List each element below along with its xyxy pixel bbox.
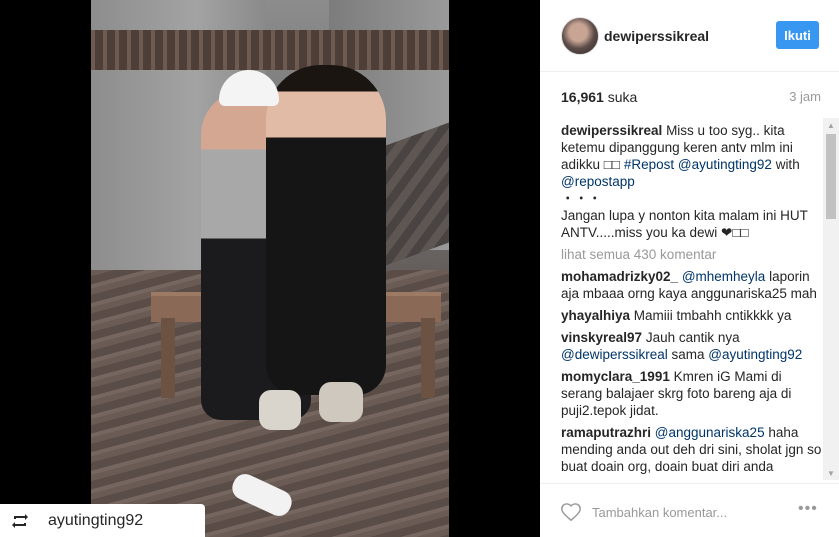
comment-item: momyclara_1991 Kmren iG Mami di serang b… <box>561 368 823 419</box>
comment-item: yhayalhiya Mamiii tmbahh cntikkkk ya <box>561 307 823 324</box>
comment-text: sama <box>667 347 709 362</box>
avatar[interactable] <box>561 17 599 55</box>
comment-footer: ••• <box>540 483 839 537</box>
scroll-thumb[interactable] <box>826 134 836 219</box>
caption-dots: ・・・ <box>561 191 602 206</box>
comment-username[interactable]: ramaputrazhri <box>561 425 651 440</box>
photo-area: ayutingting92 <box>0 0 540 537</box>
photo-bench-leg <box>161 318 175 398</box>
scroll-up-arrow-icon[interactable]: ▲ <box>823 118 839 132</box>
caption-mention[interactable]: @repostapp <box>561 174 635 189</box>
comment-mention[interactable]: @dewiperssikreal <box>561 347 668 362</box>
comment-text: Jauh cantik nya <box>642 330 740 345</box>
comment-container: mohamadrizky02_ @mhemheyla laporin aja m… <box>561 268 823 475</box>
caption-mention[interactable]: @ayutingting92 <box>678 157 772 172</box>
caption-text: with <box>771 157 800 172</box>
comment-username[interactable]: mohamadrizky02_ <box>561 269 678 284</box>
post-username[interactable]: dewiperssikreal <box>604 28 709 44</box>
post-header: dewiperssikreal Ikuti <box>540 0 839 72</box>
photo-shoe <box>259 390 301 430</box>
comment-input[interactable] <box>592 502 792 522</box>
comment-username[interactable]: momyclara_1991 <box>561 369 670 384</box>
comment-item: ramaputrazhri @anggunariska25 haha mendi… <box>561 424 823 475</box>
likes-count[interactable]: 16,961 suka <box>561 89 637 105</box>
post-details-panel: dewiperssikreal Ikuti 16,961 suka 3 jam … <box>540 0 839 537</box>
repost-icon <box>12 513 28 528</box>
comment-mention[interactable]: @anggunariska25 <box>655 425 765 440</box>
scroll-down-arrow-icon[interactable]: ▼ <box>823 466 839 480</box>
repost-badge: ayutingting92 <box>0 504 205 537</box>
comment-username[interactable]: vinskyreal97 <box>561 330 642 345</box>
comment-username[interactable]: yhayalhiya <box>561 308 630 323</box>
caption-username[interactable]: dewiperssikreal <box>561 123 662 138</box>
follow-button[interactable]: Ikuti <box>776 21 819 49</box>
likes-row: 16,961 suka 3 jam <box>561 89 821 107</box>
photo-shoe <box>319 382 363 422</box>
likes-number: 16,961 <box>561 89 604 105</box>
comments-scrollbar[interactable]: ▲ ▼ <box>823 118 839 480</box>
post-photo[interactable] <box>91 0 449 537</box>
photo-roof-beams <box>91 30 449 70</box>
heart-icon[interactable] <box>560 501 582 523</box>
comments-list: dewiperssikreal Miss u too syg.. kita ke… <box>561 122 823 483</box>
view-all-comments-link[interactable]: lihat semua 430 komentar <box>561 246 823 263</box>
comment-item: vinskyreal97 Jauh cantik nya @dewiperssi… <box>561 329 823 363</box>
comment-mention[interactable]: @ayutingting92 <box>708 347 802 362</box>
caption-text: Jangan lupa y nonton kita malam ini HUT … <box>561 208 808 240</box>
repost-username[interactable]: ayutingting92 <box>48 512 143 530</box>
caption-hashtag[interactable]: #Repost <box>624 157 674 172</box>
photo-person-right <box>266 65 386 395</box>
comment-item: mohamadrizky02_ @mhemheyla laporin aja m… <box>561 268 823 302</box>
post-time[interactable]: 3 jam <box>789 89 821 104</box>
caption: dewiperssikreal Miss u too syg.. kita ke… <box>561 122 823 241</box>
more-options-icon[interactable]: ••• <box>798 500 818 518</box>
photo-bench-leg <box>421 318 435 398</box>
comment-mention[interactable]: @mhemheyla <box>682 269 766 284</box>
comment-text: Mamiii tmbahh cntikkkk ya <box>630 308 792 323</box>
likes-label: suka <box>607 89 638 105</box>
